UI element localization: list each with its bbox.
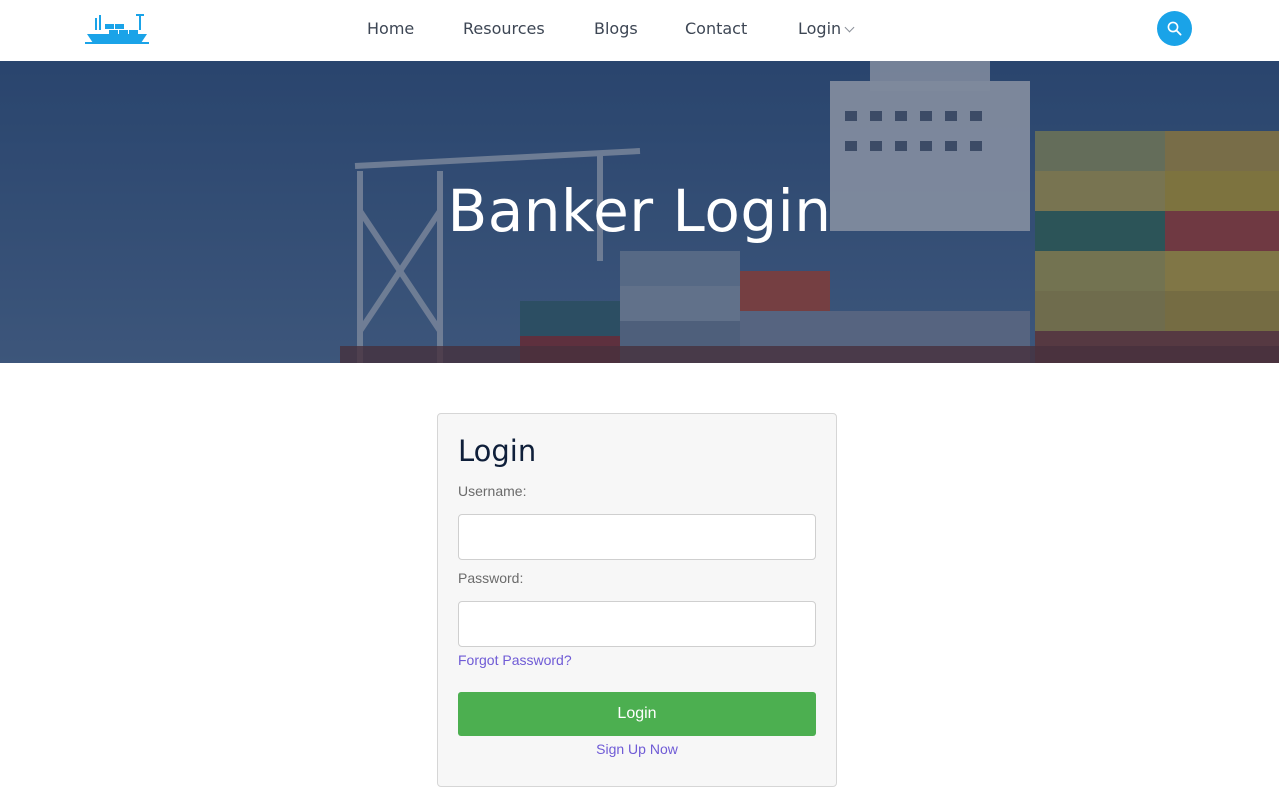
main-nav: Home Resources Blogs Contact Login	[0, 0, 1279, 61]
forgot-password-link[interactable]: Forgot Password?	[458, 652, 572, 668]
login-button[interactable]: Login	[458, 692, 816, 736]
search-button[interactable]	[1157, 11, 1192, 46]
nav-home[interactable]: Home	[367, 19, 414, 38]
login-card: Login Username: Password: Forgot Passwor…	[437, 413, 837, 787]
sign-up-link[interactable]: Sign Up Now	[438, 741, 836, 757]
nav-contact[interactable]: Contact	[685, 19, 747, 38]
nav-login-label: Login	[798, 19, 842, 38]
password-input[interactable]	[458, 601, 816, 647]
username-input[interactable]	[458, 514, 816, 560]
chevron-down-icon	[844, 22, 855, 33]
site-header: Home Resources Blogs Contact Login	[0, 0, 1279, 61]
username-label: Username:	[458, 483, 527, 499]
nav-login-dropdown[interactable]: Login	[798, 19, 855, 38]
search-icon	[1167, 21, 1182, 36]
login-card-title: Login	[458, 434, 537, 468]
nav-resources[interactable]: Resources	[463, 19, 545, 38]
nav-blogs[interactable]: Blogs	[594, 19, 638, 38]
hero-banner: Banker Login	[0, 61, 1279, 363]
password-label: Password:	[458, 570, 524, 586]
page-title: Banker Login	[447, 177, 832, 245]
